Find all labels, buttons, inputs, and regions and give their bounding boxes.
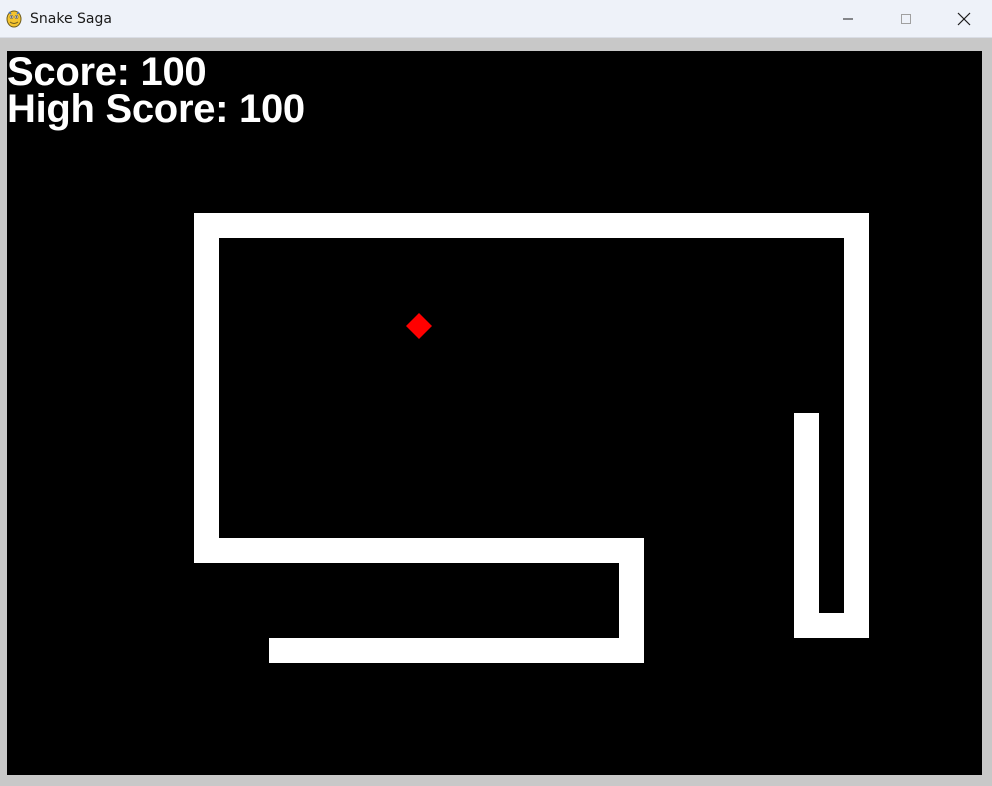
snake — [194, 213, 869, 663]
minimize-button[interactable] — [819, 0, 877, 38]
food-apple — [406, 313, 432, 339]
snake-segment — [194, 213, 219, 563]
snake-segment — [194, 538, 644, 563]
pygame-snake-icon — [6, 10, 22, 28]
game-window: Snake Saga Score: 100 High Score: 100 — [0, 0, 992, 786]
snake-segment — [194, 213, 869, 238]
game-canvas[interactable]: Score: 100 High Score: 100 — [7, 51, 982, 775]
playfield — [194, 213, 869, 663]
close-button[interactable] — [935, 0, 992, 38]
maximize-icon — [901, 14, 911, 24]
snake-segment — [844, 213, 869, 638]
high-score-label: High Score: — [7, 87, 229, 131]
minimize-icon — [843, 18, 853, 20]
maximize-button[interactable] — [877, 0, 935, 38]
snake-head — [794, 413, 819, 638]
close-icon — [957, 12, 971, 26]
high-score-display: High Score: 100 — [7, 89, 305, 129]
title-bar[interactable]: Snake Saga — [0, 0, 992, 38]
snake-segment — [269, 638, 644, 663]
window-title: Snake Saga — [30, 11, 112, 27]
score-display: Score: 100 — [7, 52, 207, 92]
high-score-value: 100 — [239, 87, 305, 131]
